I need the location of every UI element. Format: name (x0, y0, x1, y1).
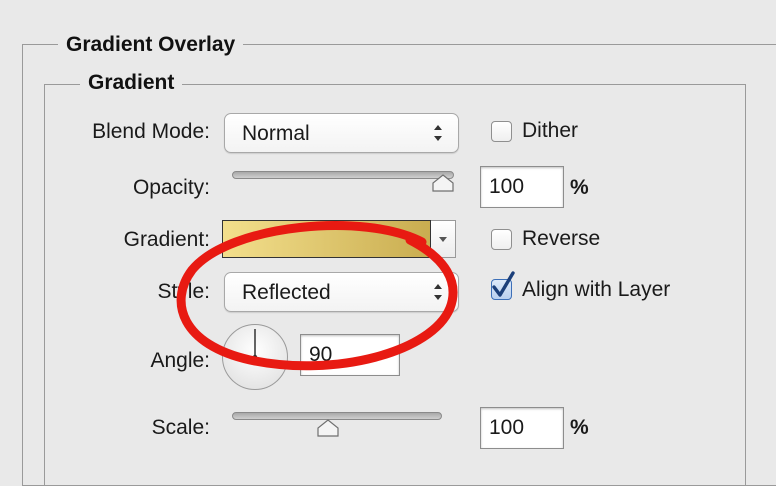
gradient-overlay-title: Gradient Overlay (58, 33, 244, 57)
blend-mode-value: Normal (242, 122, 310, 145)
blend-mode-select[interactable]: Normal (224, 113, 459, 153)
angle-label: Angle: (150, 349, 210, 372)
align-with-layer-label: Align with Layer (522, 278, 671, 301)
up-down-chevrons-icon (432, 120, 444, 146)
opacity-slider-thumb[interactable] (432, 174, 454, 192)
gradient-dropdown-button[interactable] (431, 220, 456, 258)
scale-input[interactable]: 100 (480, 407, 564, 449)
gradient-label: Gradient: (123, 228, 210, 251)
dither-checkbox[interactable] (491, 121, 512, 142)
style-label: Style: (157, 280, 210, 303)
dither-label: Dither (522, 119, 579, 142)
gradient-swatch[interactable] (222, 220, 431, 258)
angle-dial[interactable] (222, 324, 288, 390)
up-down-chevrons-icon (432, 279, 444, 305)
style-value: Reflected (242, 281, 331, 304)
scale-unit: % (570, 416, 589, 439)
checkmark-icon (492, 271, 515, 297)
scale-label: Scale: (151, 416, 210, 439)
style-select[interactable]: Reflected (224, 272, 459, 312)
triangle-down-icon (439, 237, 447, 242)
align-with-layer-checkbox[interactable] (491, 271, 515, 300)
opacity-label: Opacity: (132, 176, 210, 199)
reverse-label: Reverse (522, 227, 601, 250)
gradient-group-title: Gradient (80, 71, 183, 95)
scale-slider-thumb[interactable] (316, 419, 339, 437)
opacity-unit: % (570, 176, 589, 199)
reverse-checkbox[interactable] (491, 229, 512, 250)
opacity-slider-track[interactable] (232, 171, 454, 179)
angle-unit: ° (405, 340, 413, 360)
blend-mode-label: Blend Mode: (92, 120, 210, 143)
opacity-input[interactable]: 100 (480, 166, 564, 208)
angle-input[interactable]: 90 (300, 334, 400, 376)
